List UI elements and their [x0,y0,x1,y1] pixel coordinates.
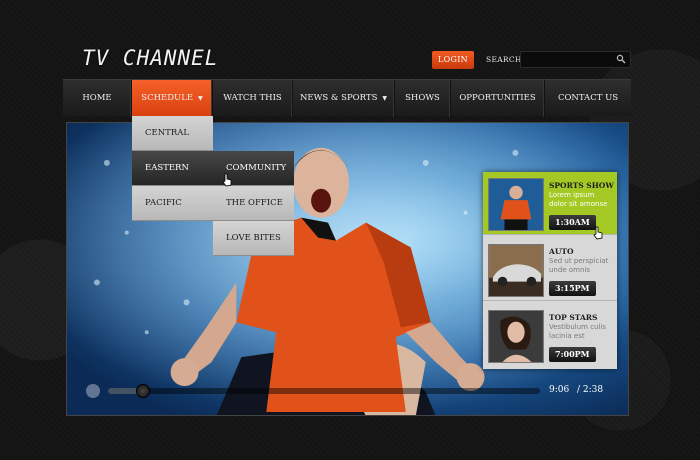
seek-bar[interactable] [108,384,540,398]
thumbnail-image [488,178,544,231]
side-item-desc: Vestibulum culis lacinia est [549,323,607,340]
main-nav: HOME SCHEDULE ▼ WATCH THIS NEWS & SPORTS ▼… [63,79,631,117]
dropdown-item-pacific[interactable]: PACIFIC [132,186,213,221]
submenu-item-love-bites[interactable]: LOVE BITES [213,221,294,256]
side-item-title: SPORTS SHOW [549,181,614,190]
login-button[interactable]: LOGIN [432,51,474,69]
time-badge: 7:00PM [549,347,596,362]
nav-item-opportunities[interactable]: OPPORTUNITIES [451,80,545,117]
side-item-top-stars[interactable]: TOP STARS Vestibulum culis lacinia est 7… [483,304,617,367]
side-item-desc: Sed ut perspiciat unde omnis [549,257,609,274]
nav-label: OPPORTUNITIES [459,93,536,103]
nav-item-watch-this[interactable]: WATCH THIS [213,80,293,117]
nav-item-news-sports[interactable]: NEWS & SPORTS ▼ [293,80,395,117]
search-label: SEARCH [486,55,522,64]
side-item-auto[interactable]: AUTO Sed ut perspiciat unde omnis 3:15PM [483,238,617,301]
video-player-controls: 9:06 / 2:38 [86,381,618,401]
nav-item-contact-us[interactable]: CONTACT US [545,80,631,117]
current-time: 9:06 [549,385,570,395]
search-input[interactable] [520,51,631,68]
dropdown-item-central[interactable]: CENTRAL [132,116,213,151]
seek-handle[interactable] [135,384,150,398]
play-button[interactable] [86,384,100,398]
nav-label: CONTACT US [557,93,619,103]
schedule-dropdown: CENTRAL EASTERN PACIFIC [132,116,213,221]
nav-item-home[interactable]: HOME [63,80,132,117]
nav-item-schedule[interactable]: SCHEDULE ▼ [132,80,213,117]
side-item-desc: Lorem ipsum dolor sit amonse [549,191,608,208]
submenu-item-the-office[interactable]: THE OFFICE [213,186,294,221]
eastern-submenu: COMMUNITY THE OFFICE LOVE BITES [213,151,294,256]
time-badge: 3:15PM [549,281,596,296]
nav-label: NEWS & SPORTS [299,93,378,103]
hand-cursor-icon [593,226,603,240]
nav-label: SCHEDULE [141,93,194,103]
hand-cursor-icon [222,173,232,187]
nav-item-shows[interactable]: SHOWS [395,80,451,117]
total-time: / 2:38 [577,385,604,395]
side-item-title: TOP STARS [549,313,598,322]
thumbnail-image [488,310,544,363]
side-item-title: AUTO [549,247,574,256]
schedule-side-panel: SPORTS SHOW Lorem ipsum dolor sit amonse… [483,172,617,369]
nav-label: WATCH THIS [223,93,282,103]
dropdown-item-eastern[interactable]: EASTERN [132,151,213,186]
caret-down-icon: ▼ [382,95,388,102]
nav-label: SHOWS [405,93,440,103]
logo[interactable]: TV CHANNEL [82,46,218,70]
search-icon[interactable] [616,54,626,64]
caret-down-icon: ▼ [198,95,203,102]
time-badge: 1:30AM [549,215,596,230]
nav-label: HOME [82,93,112,103]
thumbnail-image [488,244,544,297]
